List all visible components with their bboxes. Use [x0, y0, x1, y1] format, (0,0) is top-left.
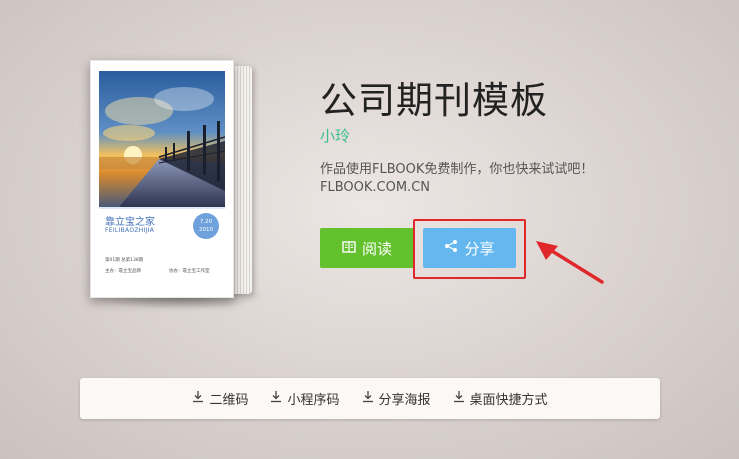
cover-year: 2010	[199, 227, 213, 233]
desktop-shortcut-label: 桌面快捷方式	[469, 393, 548, 408]
cover-title: 靠立宝之家	[105, 217, 155, 228]
download-toolbar: 二维码 小程序码 分享海报 桌面快捷方式	[80, 378, 660, 419]
cover-date: 7.20	[199, 219, 213, 225]
book-open-icon	[342, 239, 356, 257]
share-poster-label: 分享海报	[378, 393, 431, 408]
description-line-2: FLBOOK.COM.CN	[320, 180, 430, 195]
download-icon	[192, 390, 204, 407]
cover-cohost-line: 协办：靠立宝工作室	[169, 269, 210, 274]
page-title: 公司期刊模板	[320, 79, 548, 122]
cover-issue-line: 第01期 总第138期	[105, 258, 144, 263]
qrcode-label: 二维码	[209, 393, 249, 408]
download-icon	[453, 390, 465, 407]
read-button[interactable]: 阅读	[320, 228, 414, 268]
read-button-label: 阅读	[361, 239, 392, 258]
cover-photo	[99, 71, 225, 207]
cover-date-badge: 7.20 2010	[193, 213, 219, 239]
book-cover[interactable]: 靠立宝之家 FEILIBAOZHIJIA 7.20 2010 第01期 总第13…	[86, 58, 266, 310]
download-icon	[362, 390, 374, 407]
description-line-1: 作品使用FLBOOK免费制作，你也快来试试吧！	[320, 162, 594, 177]
qrcode-download[interactable]: 二维码	[192, 389, 248, 408]
cover-host-line: 主办：靠立宝品牌	[105, 269, 141, 274]
page: 靠立宝之家 FEILIBAOZHIJIA 7.20 2010 第01期 总第13…	[0, 0, 739, 459]
cover-page: 靠立宝之家 FEILIBAOZHIJIA 7.20 2010 第01期 总第13…	[90, 60, 234, 298]
cover-subtitle: FEILIBAOZHIJIA	[105, 227, 155, 234]
miniprogram-code-label: 小程序码	[287, 393, 340, 408]
description: 作品使用FLBOOK免费制作，你也快来试试吧！ FLBOOK.COM.CN	[320, 161, 593, 197]
highlight-box	[413, 219, 526, 279]
red-arrow-icon	[534, 238, 606, 290]
share-poster-download[interactable]: 分享海报	[362, 389, 431, 408]
cover-divider	[99, 207, 225, 209]
author-link[interactable]: 小玲	[320, 125, 350, 146]
download-icon	[270, 390, 282, 407]
miniprogram-code-download[interactable]: 小程序码	[270, 389, 340, 408]
desktop-shortcut-download[interactable]: 桌面快捷方式	[453, 389, 548, 408]
